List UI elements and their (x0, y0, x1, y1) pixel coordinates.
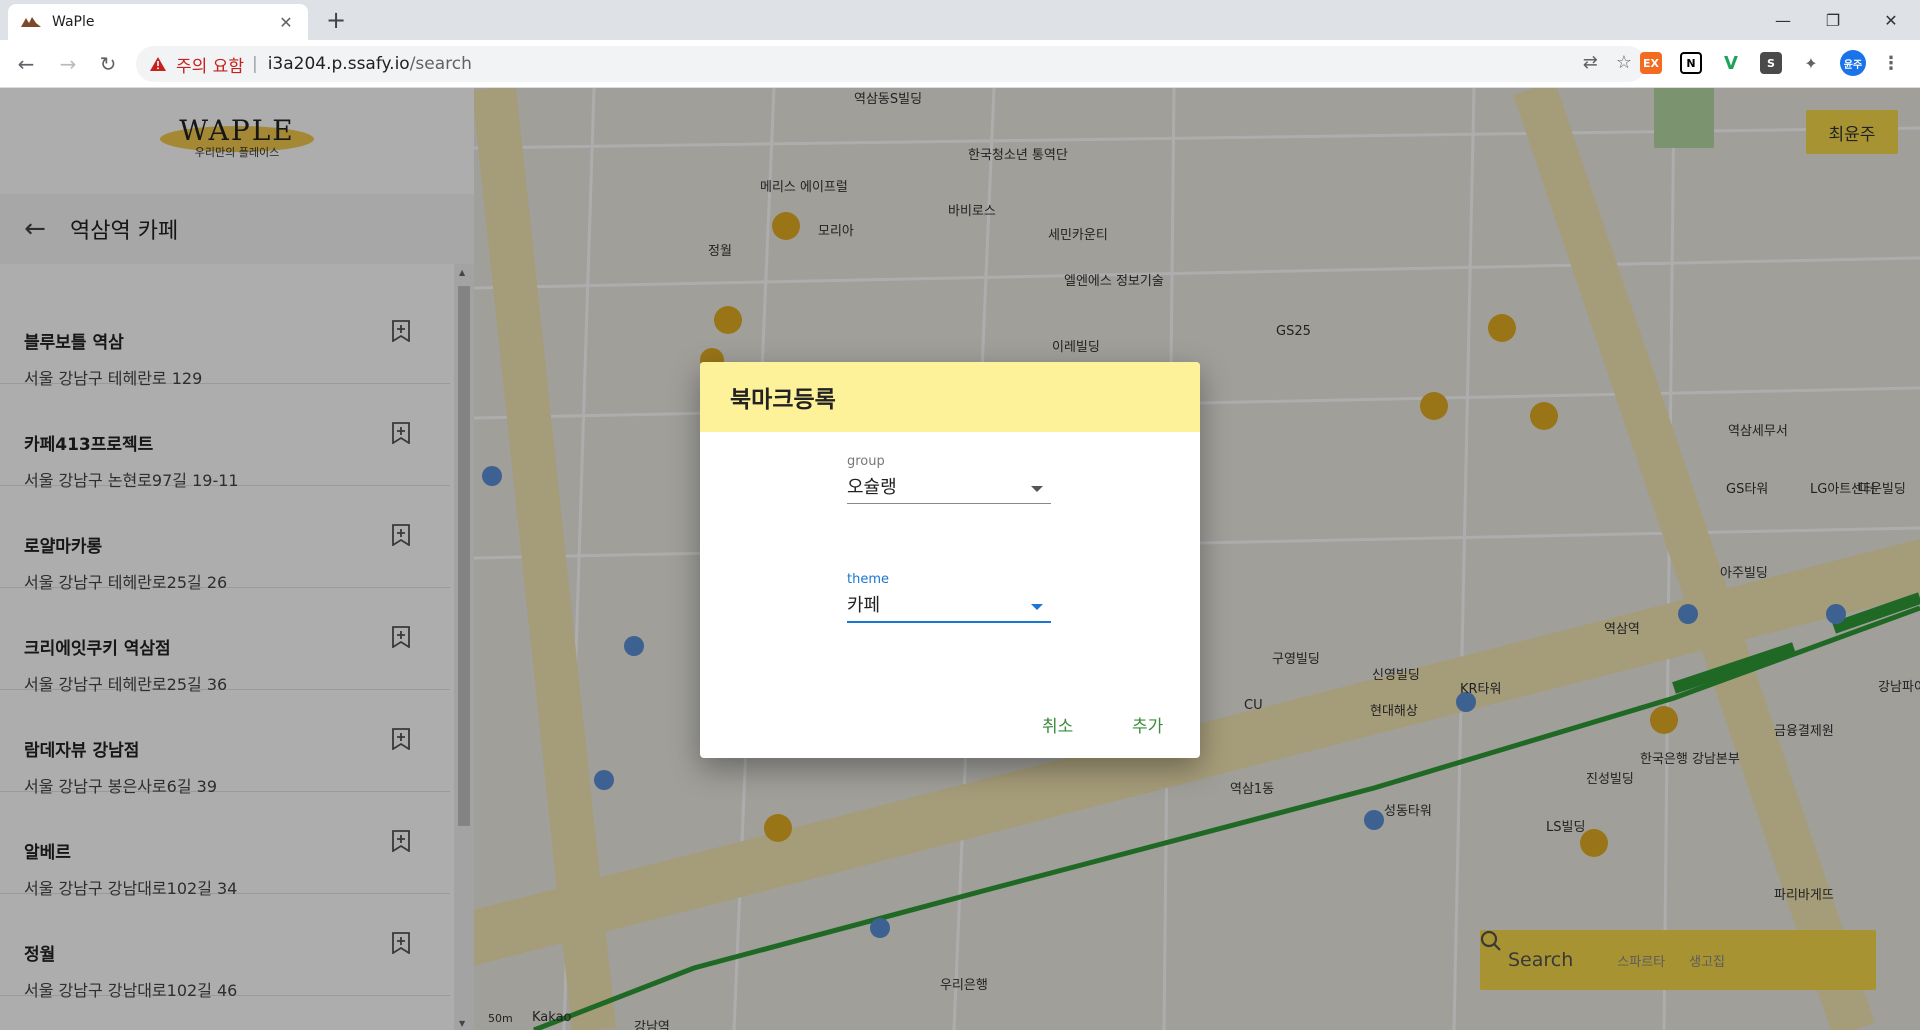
group-underline (847, 503, 1051, 504)
address-bar[interactable]: 주의 요함 | i3a204.p.ssafy.io/search ⇄ ☆ (136, 46, 1646, 82)
theme-value: 카페 (847, 595, 881, 616)
security-warning[interactable]: 주의 요함 (176, 52, 244, 77)
notion-icon[interactable]: N (1680, 52, 1702, 74)
bookmark-dialog: 북마크등록 group 오슐랭 theme 카페 취소 추가 (700, 362, 1200, 758)
minimize-icon[interactable]: — (1760, 0, 1806, 40)
browser-toolbar: ← → ↻ 주의 요함 | i3a204.p.ssafy.io/search ⇄… (0, 40, 1920, 88)
vue-devtools-icon[interactable]: V (1720, 52, 1742, 74)
profile-avatar[interactable]: 윤주 (1840, 50, 1866, 76)
tab-strip: WaPle ✕ + — ❐ ✕ (0, 0, 1920, 40)
tab-title: WaPle (52, 14, 95, 30)
chevron-down-icon[interactable] (1031, 604, 1043, 610)
cancel-button[interactable]: 취소 (1042, 712, 1073, 737)
extensions-puzzle-icon[interactable]: ✦ (1800, 52, 1822, 74)
dialog-title: 북마크등록 (700, 362, 1200, 432)
theme-select[interactable]: theme 카페 (847, 572, 1051, 623)
window-close-icon[interactable]: ✕ (1868, 0, 1914, 40)
url-separator: | (251, 54, 258, 74)
theme-label: theme (847, 572, 889, 587)
extension-ex-icon[interactable]: EX (1640, 52, 1662, 74)
chevron-down-icon[interactable] (1031, 486, 1043, 492)
close-tab-icon[interactable]: ✕ (276, 13, 296, 32)
waple-favicon-icon (20, 14, 42, 30)
extension-s-icon[interactable]: S (1760, 52, 1782, 74)
url-text[interactable]: i3a204.p.ssafy.io/search (268, 54, 472, 74)
bookmark-star-icon[interactable]: ☆ (1616, 52, 1632, 73)
menu-kebab-icon[interactable]: ⋮ (1880, 52, 1902, 74)
new-tab-button[interactable]: + (322, 7, 350, 35)
forward-icon[interactable]: → (54, 50, 82, 78)
back-icon[interactable]: ← (12, 50, 40, 78)
add-button[interactable]: 추가 (1132, 712, 1163, 737)
warning-triangle-icon[interactable] (150, 56, 168, 72)
reload-icon[interactable]: ↻ (94, 50, 122, 78)
group-value: 오슐랭 (847, 477, 897, 498)
browser-tab[interactable]: WaPle ✕ (8, 4, 308, 40)
group-label: group (847, 454, 885, 469)
theme-underline (847, 621, 1051, 623)
restore-icon[interactable]: ❐ (1810, 0, 1856, 40)
group-select[interactable]: group 오슐랭 (847, 454, 1051, 504)
translate-icon[interactable]: ⇄ (1583, 52, 1598, 73)
